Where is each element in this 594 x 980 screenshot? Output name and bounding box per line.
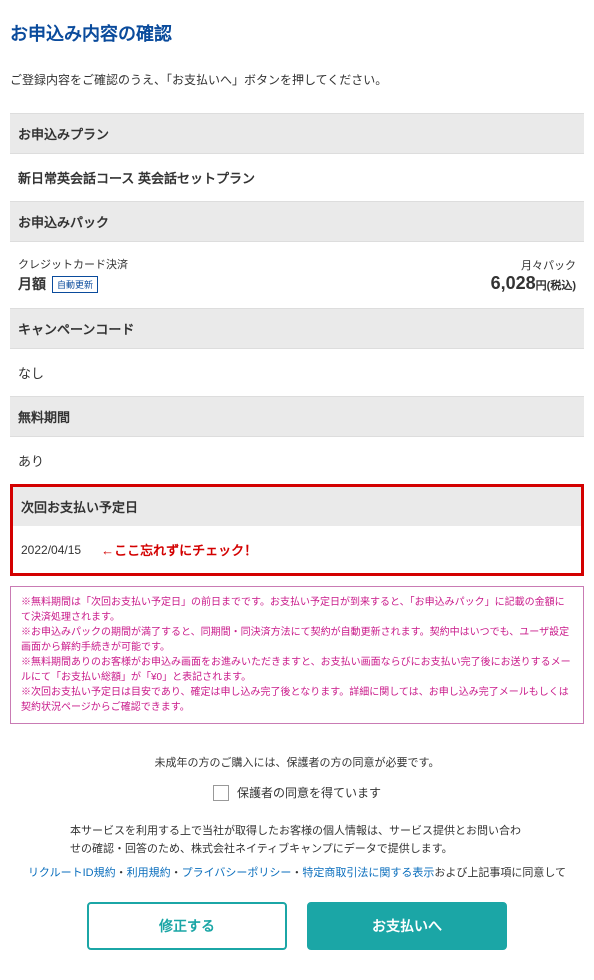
free-period-value: あり [10,437,584,484]
page-title: お申込み内容の確認 [10,20,584,46]
next-payment-header: 次回お支払い予定日 [10,484,584,526]
pack-price-suffix: 円(税込) [536,280,576,292]
pack-header: お申込みパック [10,201,584,242]
instruction-text: ご登録内容をご確認のうえ、「お支払いへ」ボタンを押してください。 [10,71,584,88]
button-row: 修正する お支払いへ [10,902,584,950]
notice-line: ※次回お支払い予定日は目安であり、確定は申し込み完了後となります。詳細に関しては… [21,685,573,715]
edit-button[interactable]: 修正する [87,902,287,950]
pack-row: クレジットカード決済 月額 自動更新 月々パック 6,028円(税込) [10,242,584,308]
link-sep: ・ [291,867,302,879]
campaign-header: キャンペーンコード [10,308,584,349]
pack-price: 6,028 [491,273,536,293]
next-payment-body: 2022/04/15 ←ここ忘れずにチェック！ [10,526,584,576]
links-suffix: および上記事項に同意して [434,867,566,879]
link-privacy[interactable]: プライバシーポリシー [182,867,292,879]
pack-type: 月々パック [491,257,576,273]
campaign-value: なし [10,349,584,396]
link-sep: ・ [171,867,182,879]
monthly-label: 月額 [18,274,46,294]
next-payment-date: 2022/04/15 [21,543,81,557]
free-period-header: 無料期間 [10,396,584,437]
auto-renew-badge: 自動更新 [52,276,98,293]
payment-method: クレジットカード決済 [18,256,128,272]
plan-name: 新日常英会話コース 英会話セットプラン [10,154,584,201]
link-terms[interactable]: 利用規約 [127,867,171,879]
consent-checkbox[interactable] [213,785,229,801]
red-annotation: ←ここ忘れずにチェック！ [101,540,257,559]
notice-line: ※無料期間ありのお客様がお申込み画面をお進みいただきますと、お支払い画面ならびに… [21,655,573,685]
plan-header: お申込みプラン [10,113,584,154]
link-recruit-id[interactable]: リクルートID規約 [28,867,116,879]
consent-title: 未成年の方のご購入には、保護者の方の同意が必要です。 [10,754,584,770]
link-commerce[interactable]: 特定商取引法に関する表示 [302,867,434,879]
disclaimer-text: 本サービスを利用する上で当社が取得したお客様の個人情報は、サービス提供とお問い合… [10,823,584,858]
links-line: リクルートID規約・利用規約・プライバシーポリシー・特定商取引法に関する表示およ… [10,864,584,880]
consent-checkbox-row: 保護者の同意を得ています [10,784,584,801]
pay-button[interactable]: お支払いへ [307,902,507,950]
notice-line: ※お申込みパックの期間が満了すると、同期間・同決済方法にて契約が自動更新されます… [21,625,573,655]
link-sep: ・ [116,867,127,879]
consent-checkbox-label: 保護者の同意を得ています [237,784,381,801]
notice-line: ※無料期間は「次回お支払い予定日」の前日までです。お支払い予定日が到来すると、「… [21,595,573,625]
notice-box: ※無料期間は「次回お支払い予定日」の前日までです。お支払い予定日が到来すると、「… [10,586,584,724]
